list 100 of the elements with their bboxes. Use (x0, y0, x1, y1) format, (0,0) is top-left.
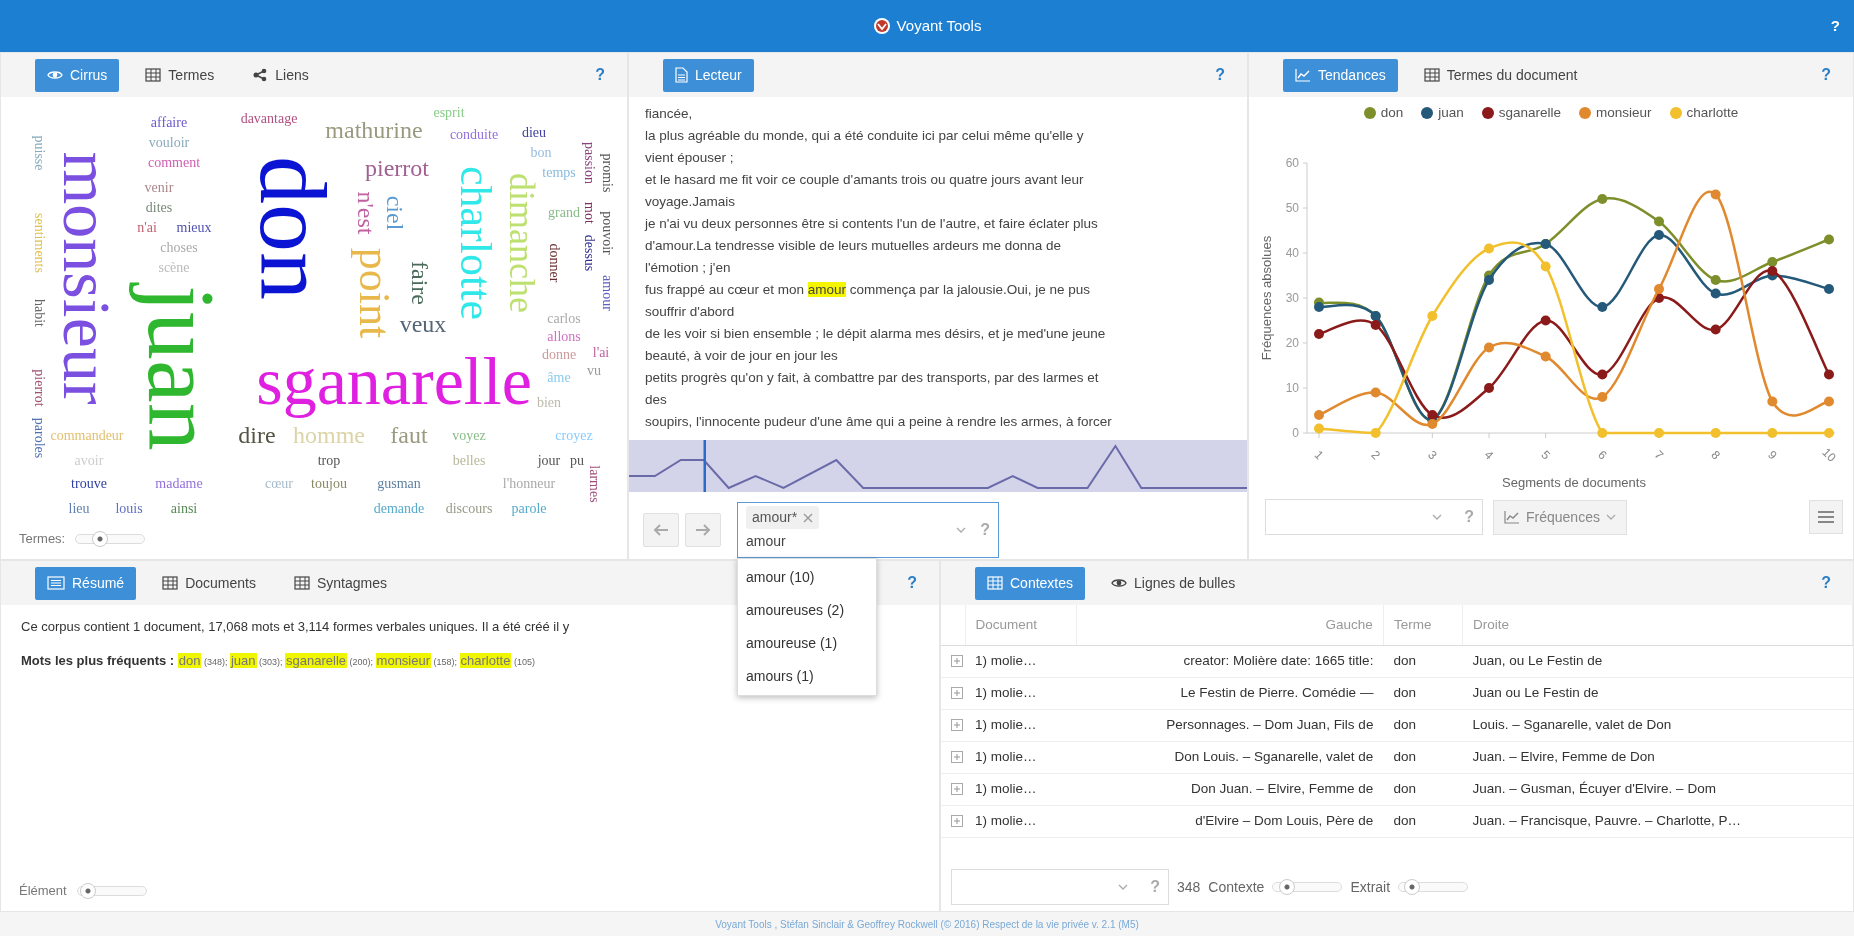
cloud-word[interactable]: monsieur (47, 151, 127, 405)
cloud-word[interactable]: carlos (547, 310, 581, 328)
cloud-word[interactable]: comment (147, 154, 201, 172)
cloud-word[interactable]: conduite (449, 126, 499, 144)
column-header[interactable]: Droite (1462, 605, 1853, 645)
legend-label[interactable]: monsieur (1596, 103, 1652, 124)
expand-icon[interactable] (951, 783, 963, 796)
expand-icon[interactable] (951, 687, 963, 700)
menu-item[interactable]: amours (1) (738, 660, 876, 693)
cloud-word[interactable]: lieu (68, 500, 90, 518)
cloud-word[interactable]: l'honneur (502, 475, 556, 493)
cloud-word[interactable]: passion (580, 142, 598, 184)
cloud-word[interactable]: dire (238, 422, 276, 450)
cloud-word[interactable]: davantage (240, 110, 298, 128)
cloud-word[interactable]: l'ai (592, 344, 610, 362)
context-slider[interactable] (1398, 882, 1469, 892)
term-chip[interactable]: amour* (746, 506, 820, 529)
cloud-word[interactable]: venir (144, 179, 174, 197)
cloud-word[interactable]: mot (580, 202, 598, 224)
help-button[interactable]: ? (1464, 505, 1474, 530)
cloud-word[interactable]: paroles (30, 417, 48, 459)
cloud-word[interactable]: parole (511, 500, 547, 518)
tab[interactable]: Documents (150, 566, 268, 600)
cloud-word[interactable]: promis (598, 153, 616, 193)
cloud-word[interactable]: choses (160, 239, 198, 257)
cloud-word[interactable]: ainsi (170, 500, 198, 518)
tab[interactable]: Cirrus (35, 58, 120, 92)
tab[interactable]: Tendances (1283, 58, 1398, 92)
cloud-word[interactable]: sganarelle (256, 341, 532, 421)
cloud-word[interactable]: faut (390, 422, 428, 450)
help-button[interactable]: ? (1215, 63, 1225, 87)
expand-icon[interactable] (951, 719, 963, 732)
tab[interactable]: Termes du document (1411, 58, 1590, 92)
previous-button[interactable] (643, 513, 679, 547)
cloud-word[interactable]: dieu (521, 124, 547, 142)
cloud-word[interactable]: mieux (176, 219, 212, 237)
cloud-word[interactable]: vouloir (148, 134, 190, 152)
footer-credits[interactable]: Voyant Tools , Stéfan Sinclair & Geoffrey Rockwell (© 2016) Respect de la vie privée v. 2.1 (M5) (715, 916, 1139, 932)
cloud-word[interactable]: pierrot (365, 155, 429, 183)
slider-thumb[interactable] (1278, 879, 1295, 895)
help-button[interactable]: ? (1150, 875, 1160, 899)
cloud-word[interactable]: ciel (380, 195, 408, 231)
cloud-word[interactable]: veux (399, 311, 447, 339)
cloud-word[interactable]: donne (541, 346, 577, 364)
menu-item[interactable]: amour (10) (738, 561, 876, 594)
term-select[interactable]: ? (1265, 499, 1483, 536)
cloud-word[interactable]: juan (125, 285, 237, 451)
tab[interactable]: Liens (240, 58, 321, 92)
tab[interactable]: Résumé (35, 566, 137, 600)
term-field[interactable]: amour* amour ? (737, 502, 999, 558)
cloud-word[interactable]: donner (545, 243, 563, 283)
tab[interactable]: Termes (133, 58, 227, 92)
cloud-word[interactable]: bon (530, 144, 552, 162)
expand-icon[interactable] (951, 655, 963, 668)
frequencies-button[interactable]: Fréquences (1493, 499, 1627, 535)
help-button[interactable]: ? (595, 63, 605, 87)
slider-thumb[interactable] (91, 531, 108, 547)
cloud-word[interactable]: cœur (265, 475, 293, 493)
cloud-word[interactable]: voyez (452, 427, 486, 445)
cloud-word[interactable]: pierrot (30, 369, 48, 407)
cloud-word[interactable]: puisse (30, 135, 48, 171)
cloud-word[interactable]: belles (452, 452, 486, 470)
cloud-word[interactable]: don (237, 156, 349, 300)
menu-item[interactable]: amoureuses (2) (738, 594, 876, 627)
cloud-word[interactable]: n'est (351, 191, 379, 235)
menu-button[interactable] (1809, 500, 1843, 535)
help-button[interactable]: ? (907, 571, 917, 595)
tab[interactable]: Syntagmes (281, 566, 399, 600)
cloud-word[interactable]: toujou (311, 475, 347, 493)
column-header[interactable]: Gauche (1076, 605, 1384, 645)
menu-item[interactable]: amoureuse (1) (738, 627, 876, 660)
cloud-word[interactable]: habit (30, 299, 48, 327)
cloud-word[interactable]: louis (115, 500, 143, 518)
cloud-word[interactable]: mathurine (325, 117, 423, 145)
cloud-word[interactable]: jour (537, 452, 561, 470)
cloud-word[interactable]: madame (155, 475, 203, 493)
cloud-word[interactable]: faire (405, 261, 433, 305)
cloud-word[interactable]: trouve (71, 475, 107, 493)
cloud-word[interactable]: dites (145, 199, 173, 217)
cloud-word[interactable]: demande (373, 500, 425, 518)
close-icon[interactable] (803, 512, 814, 523)
legend-label[interactable]: charlotte (1686, 103, 1739, 124)
legend-label[interactable]: sganarelle (1498, 103, 1561, 124)
legend-label[interactable]: juan (1438, 103, 1464, 124)
cloud-word[interactable]: temps (542, 164, 576, 182)
cloud-word[interactable]: vu (587, 362, 601, 380)
tab[interactable]: Contextes (975, 566, 1086, 600)
expand-icon[interactable] (951, 815, 963, 828)
slider-thumb[interactable] (80, 883, 97, 899)
slider-thumb[interactable] (1404, 879, 1421, 895)
cloud-word[interactable]: grand (548, 204, 580, 222)
column-header[interactable]: Document (965, 605, 1077, 645)
cloud-word[interactable]: scène (158, 259, 190, 277)
help-button[interactable]: ? (980, 518, 990, 542)
help-button[interactable]: ? (1830, 14, 1840, 38)
expand-icon[interactable] (951, 751, 963, 764)
legend-label[interactable]: don (1380, 103, 1404, 124)
next-button[interactable] (685, 513, 721, 547)
cloud-word[interactable]: larmes (585, 465, 603, 503)
cloud-word[interactable]: discours (445, 500, 493, 518)
